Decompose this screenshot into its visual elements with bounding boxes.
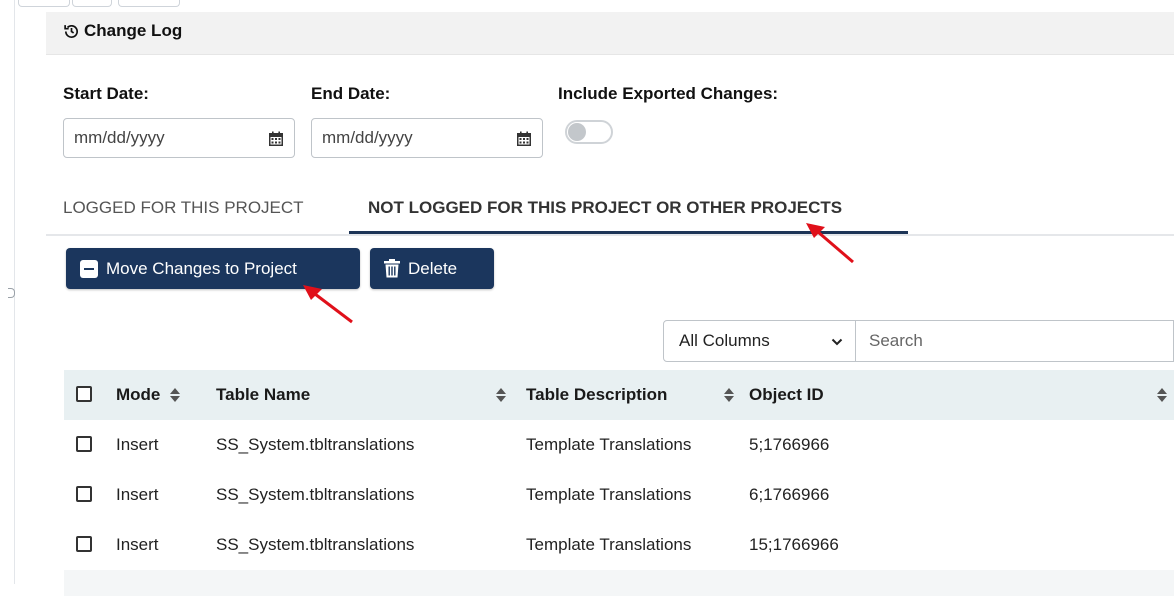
cell-object-id: 15;1766966	[749, 535, 839, 554]
calendar-icon[interactable]	[268, 131, 284, 147]
cell-table-name: SS_System.tbltranslations	[216, 435, 415, 454]
column-select[interactable]: All Columns	[663, 320, 856, 362]
search-input[interactable]	[869, 331, 1159, 351]
sort-icon[interactable]	[724, 388, 734, 402]
top-toolbar-edge	[0, 0, 1174, 12]
row-checkbox[interactable]	[76, 486, 92, 502]
col-header-table-description[interactable]: Table Description	[526, 385, 667, 405]
calendar-icon[interactable]	[516, 131, 532, 147]
table-row[interactable]	[64, 570, 1174, 596]
select-all-checkbox[interactable]	[76, 386, 92, 402]
table-row[interactable]: Insert SS_System.tbltranslations Templat…	[64, 470, 1174, 521]
row-checkbox[interactable]	[76, 536, 92, 552]
row-checkbox[interactable]	[76, 436, 92, 452]
move-changes-label: Move Changes to Project	[106, 258, 297, 278]
card-title-text: Change Log	[84, 21, 183, 40]
col-header-table-name[interactable]: Table Name	[216, 385, 310, 405]
sort-icon[interactable]	[496, 388, 506, 402]
cell-description: Template Translations	[526, 485, 692, 504]
sort-icon[interactable]	[1157, 388, 1167, 402]
tab-bar: LOGGED FOR THIS PROJECT NOT LOGGED FOR T…	[46, 194, 1174, 236]
include-exported-toggle[interactable]	[565, 120, 613, 144]
tab-logged-for-project[interactable]: LOGGED FOR THIS PROJECT	[63, 198, 304, 218]
toolbar-button-stub[interactable]	[72, 0, 112, 7]
delete-label: Delete	[408, 258, 458, 278]
toolbar-button-stub[interactable]	[18, 0, 70, 7]
cell-table-name: SS_System.tbltranslations	[216, 535, 415, 554]
active-tab-indicator	[349, 231, 908, 234]
sort-icon[interactable]	[170, 388, 180, 402]
table-row[interactable]: Insert SS_System.tbltranslations Templat…	[64, 420, 1174, 471]
toolbar-button-stub[interactable]	[118, 0, 180, 7]
delete-button[interactable]: Delete	[370, 248, 494, 289]
cell-description: Template Translations	[526, 435, 692, 454]
cell-object-id: 5;1766966	[749, 435, 830, 454]
chevron-down-icon	[831, 338, 843, 346]
include-exported-label: Include Exported Changes:	[558, 84, 779, 103]
cell-mode: Insert	[116, 485, 159, 504]
move-changes-button[interactable]: Move Changes to Project	[66, 248, 360, 289]
left-rail	[0, 0, 15, 584]
search-box[interactable]	[856, 320, 1174, 362]
cell-object-id: 6;1766966	[749, 485, 830, 504]
start-date-field[interactable]	[63, 118, 295, 158]
end-date-input[interactable]	[322, 128, 492, 148]
trash-icon	[384, 259, 400, 278]
change-log-card: Change Log Start Date: End Date: Include…	[46, 12, 1174, 596]
end-date-label: End Date:	[311, 84, 391, 103]
card-header: Change Log	[46, 12, 1174, 55]
tab-not-logged[interactable]: NOT LOGGED FOR THIS PROJECT OR OTHER PRO…	[368, 198, 842, 218]
start-date-label: Start Date:	[63, 84, 149, 103]
column-select-value: All Columns	[679, 331, 770, 350]
rail-handle[interactable]	[8, 288, 15, 298]
cell-mode: Insert	[116, 535, 159, 554]
minus-square-icon	[80, 259, 98, 278]
table-header: Mode Table Name Table Description Object…	[64, 370, 1174, 421]
history-icon	[64, 24, 79, 38]
cell-table-name: SS_System.tbltranslations	[216, 485, 415, 504]
table-row[interactable]: Insert SS_System.tbltranslations Templat…	[64, 520, 1174, 571]
toggle-knob	[568, 123, 586, 141]
cell-description: Template Translations	[526, 535, 692, 554]
col-header-mode[interactable]: Mode	[116, 385, 160, 405]
card-title: Change Log	[63, 21, 182, 41]
end-date-field[interactable]	[311, 118, 543, 158]
col-header-object-id[interactable]: Object ID	[749, 385, 824, 405]
start-date-input[interactable]	[74, 128, 244, 148]
cell-mode: Insert	[116, 435, 159, 454]
